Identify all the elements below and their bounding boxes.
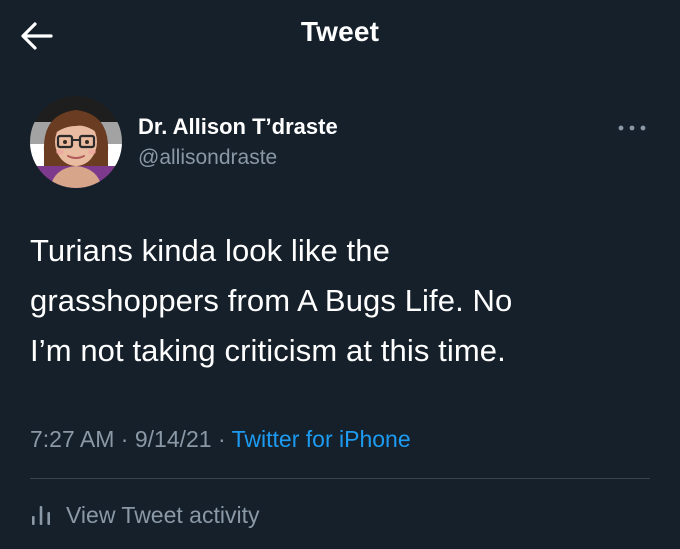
tweet-text-line: grasshoppers from A Bugs Life. No — [30, 283, 513, 318]
tweet-detail-screen: Tweet Dr. Allison T’draste @allisondrast… — [0, 0, 680, 549]
tweet-text-line: I’m not taking criticism at this time. — [30, 333, 506, 368]
ellipsis-icon — [618, 125, 646, 131]
tweet-meta: 7:27 AM · 9/14/21 · Twitter for iPhone — [30, 426, 411, 453]
author-display-name[interactable]: Dr. Allison T’draste — [138, 114, 338, 140]
tweet-date[interactable]: 9/14/21 — [135, 426, 212, 452]
tweet-text-line: Turians kinda look like the — [30, 233, 390, 268]
tweet-source-link[interactable]: Twitter for iPhone — [232, 426, 411, 452]
bar-chart-icon — [32, 506, 50, 525]
meta-separator: · — [217, 426, 226, 452]
tweet-time[interactable]: 7:27 AM — [30, 426, 114, 452]
view-tweet-activity-button[interactable]: View Tweet activity — [30, 499, 259, 531]
divider — [30, 478, 650, 479]
more-options-button[interactable] — [614, 118, 650, 138]
avatar[interactable] — [30, 96, 122, 188]
author-handle[interactable]: @allisondraste — [138, 146, 277, 170]
page-title: Tweet — [300, 16, 380, 47]
view-tweet-activity-label: View Tweet activity — [66, 501, 260, 528]
meta-separator: · — [120, 426, 129, 452]
top-bar: Tweet — [0, 0, 680, 70]
tweet-text: Turians kinda look like the grasshoppers… — [30, 226, 655, 376]
tweet-author: Dr. Allison T’draste @allisondraste — [30, 96, 650, 196]
avatar-image — [30, 96, 122, 188]
